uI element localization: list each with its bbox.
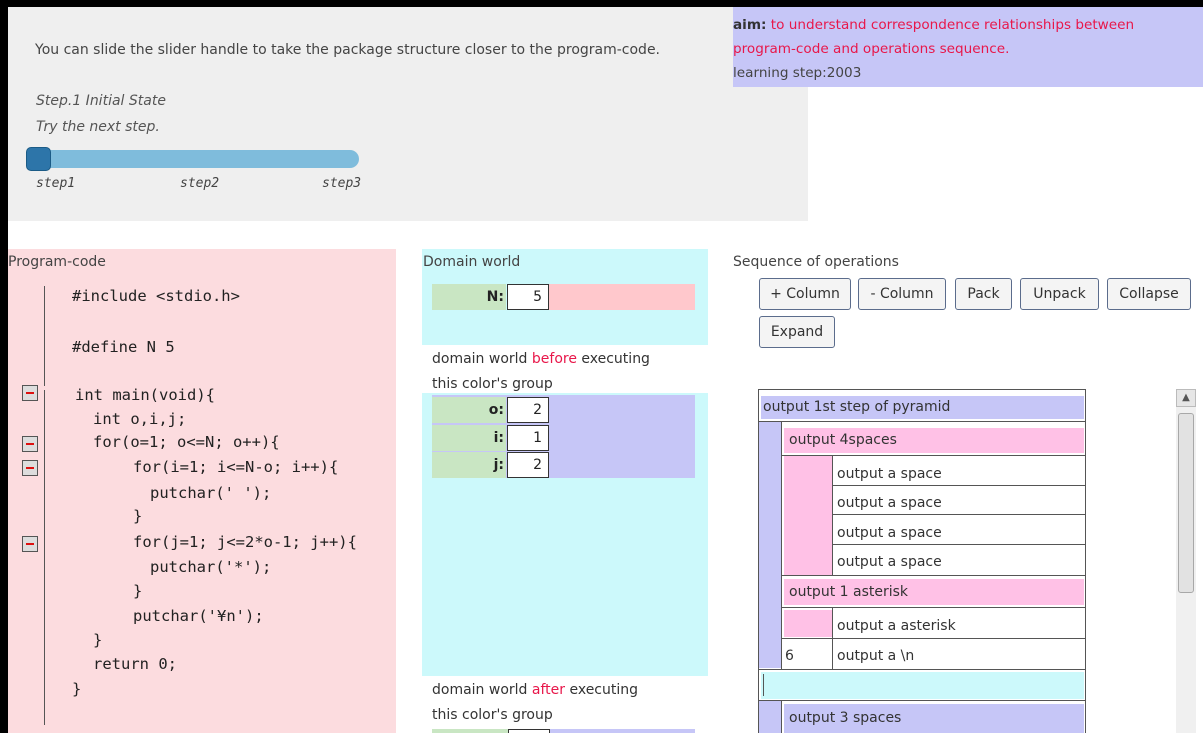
constant-row-n: N: 5 bbox=[432, 284, 695, 310]
slider-label-step2: step2 bbox=[180, 176, 220, 191]
expand-button[interactable]: Expand bbox=[759, 316, 835, 348]
variable-name: o: bbox=[432, 397, 506, 423]
code-line: putchar('¥n'); bbox=[133, 607, 264, 625]
tree-node-asterisk[interactable]: output 1 asterisk bbox=[785, 584, 908, 600]
learning-step: learning step:2003 bbox=[733, 65, 862, 81]
collapse-inner-for-i-button[interactable] bbox=[22, 460, 38, 476]
indent-bar-pink-2 bbox=[784, 610, 832, 637]
collapse-main-button[interactable] bbox=[22, 385, 38, 401]
after-note: domain world after executing bbox=[432, 682, 639, 698]
code-line: for(j=1; j<=2*o-1; j++){ bbox=[133, 533, 357, 551]
variable-row-o: o: 2 bbox=[432, 397, 695, 423]
remove-column-button[interactable]: - Column bbox=[858, 278, 946, 310]
code-line: for(i=1; i<=N-o; i++){ bbox=[133, 458, 339, 476]
tree-leaf-space[interactable]: output a space bbox=[833, 466, 942, 482]
code-line: putchar('*'); bbox=[150, 558, 272, 576]
collapse-button[interactable]: Collapse bbox=[1107, 278, 1191, 310]
tree-leaf-space[interactable]: output a space bbox=[833, 495, 942, 511]
code-line: for(o=1; o<=N; o++){ bbox=[93, 433, 280, 451]
variable-name: i: bbox=[432, 425, 506, 451]
tree-leaf-space[interactable]: output a space bbox=[833, 525, 942, 541]
slider-label-step3: step3 bbox=[322, 176, 362, 191]
tree-leaf-space[interactable]: output a space bbox=[833, 554, 942, 570]
code-line: } bbox=[72, 680, 82, 698]
scrollbar-thumb[interactable] bbox=[1178, 413, 1194, 593]
slider-label-step1: step1 bbox=[36, 176, 76, 191]
code-line: return 0; bbox=[93, 655, 177, 673]
step-panel bbox=[8, 7, 808, 221]
scroll-up-arrow-icon[interactable]: ▲ bbox=[1176, 389, 1196, 407]
tree-row-number: 6 bbox=[785, 648, 794, 664]
node-bg-cyan bbox=[761, 672, 1084, 699]
operations-tree: output 1st step of pyramid output 4space… bbox=[758, 389, 1086, 733]
instruction-text: You can slide the slider handle to take … bbox=[35, 42, 661, 58]
code-line: putchar(' '); bbox=[150, 484, 272, 502]
tree-node-spaces[interactable]: output 4spaces bbox=[785, 432, 897, 448]
constant-value: 5 bbox=[507, 284, 549, 310]
before-note: domain world before executing bbox=[432, 351, 650, 367]
constant-name: N: bbox=[432, 284, 506, 310]
aim-label: aim: bbox=[733, 17, 767, 33]
aim-line-1: aim: to understand correspondence relati… bbox=[733, 17, 1134, 33]
code-line: } bbox=[133, 507, 143, 525]
tree-leaf-asterisk[interactable]: output a asterisk bbox=[833, 618, 956, 634]
code-guide-line bbox=[44, 390, 45, 725]
add-column-button[interactable]: + Column bbox=[759, 278, 851, 310]
after-note-line2: this color's group bbox=[432, 707, 553, 723]
window-frame-top bbox=[0, 0, 1203, 7]
pack-button[interactable]: Pack bbox=[955, 278, 1012, 310]
operations-title: Sequence of operations bbox=[733, 254, 899, 270]
tree-node-3-spaces[interactable]: output 3 spaces bbox=[785, 710, 901, 726]
after-variable-value bbox=[508, 729, 550, 733]
domain-world-panel bbox=[422, 249, 708, 733]
aim-panel: aim: to understand correspondence relati… bbox=[733, 7, 1203, 87]
indent-bar-pink bbox=[784, 456, 832, 575]
variable-name: j: bbox=[432, 452, 506, 478]
tree-scrollbar[interactable]: ▲ bbox=[1176, 389, 1196, 733]
after-variable-fill bbox=[550, 729, 695, 733]
code-line: } bbox=[133, 582, 143, 600]
variable-row-j: j: 2 bbox=[432, 452, 695, 478]
code-line: #include <stdio.h> bbox=[72, 287, 240, 305]
domain-world-title: Domain world bbox=[423, 254, 521, 270]
indent-bar-violet bbox=[759, 422, 781, 668]
after-variable-row bbox=[432, 729, 508, 733]
aim-text-1: to understand correspondence relationshi… bbox=[766, 17, 1135, 33]
indent-bar-violet-2 bbox=[759, 700, 781, 733]
code-line: } bbox=[93, 631, 103, 649]
variable-value: 1 bbox=[507, 425, 549, 451]
code-line: int main(void){ bbox=[75, 386, 215, 404]
tree-node-pyramid-step[interactable]: output 1st step of pyramid bbox=[759, 399, 950, 415]
constant-fill bbox=[549, 284, 695, 310]
variable-row-i: i: 1 bbox=[432, 425, 695, 451]
variable-value: 2 bbox=[507, 452, 549, 478]
collapse-outer-for-button[interactable] bbox=[22, 436, 38, 452]
code-line: #define N 5 bbox=[72, 338, 175, 356]
code-guide-line bbox=[44, 286, 45, 386]
program-code-title: Program-code bbox=[8, 254, 106, 270]
step-slider-handle[interactable] bbox=[26, 147, 51, 171]
aim-text-2: program-code and operations sequence. bbox=[733, 41, 1010, 57]
before-note-line2: this color's group bbox=[432, 376, 553, 392]
step-title: Step.1 Initial State bbox=[36, 93, 166, 109]
step-hint: Try the next step. bbox=[36, 119, 160, 135]
unpack-button[interactable]: Unpack bbox=[1020, 278, 1099, 310]
step-slider-track[interactable] bbox=[27, 150, 359, 168]
window-frame-left bbox=[0, 0, 8, 733]
variable-value: 2 bbox=[507, 397, 549, 423]
collapse-inner-for-j-button[interactable] bbox=[22, 536, 38, 552]
tree-leaf-newline[interactable]: output a \n bbox=[833, 648, 914, 664]
code-line: int o,i,j; bbox=[93, 410, 187, 428]
